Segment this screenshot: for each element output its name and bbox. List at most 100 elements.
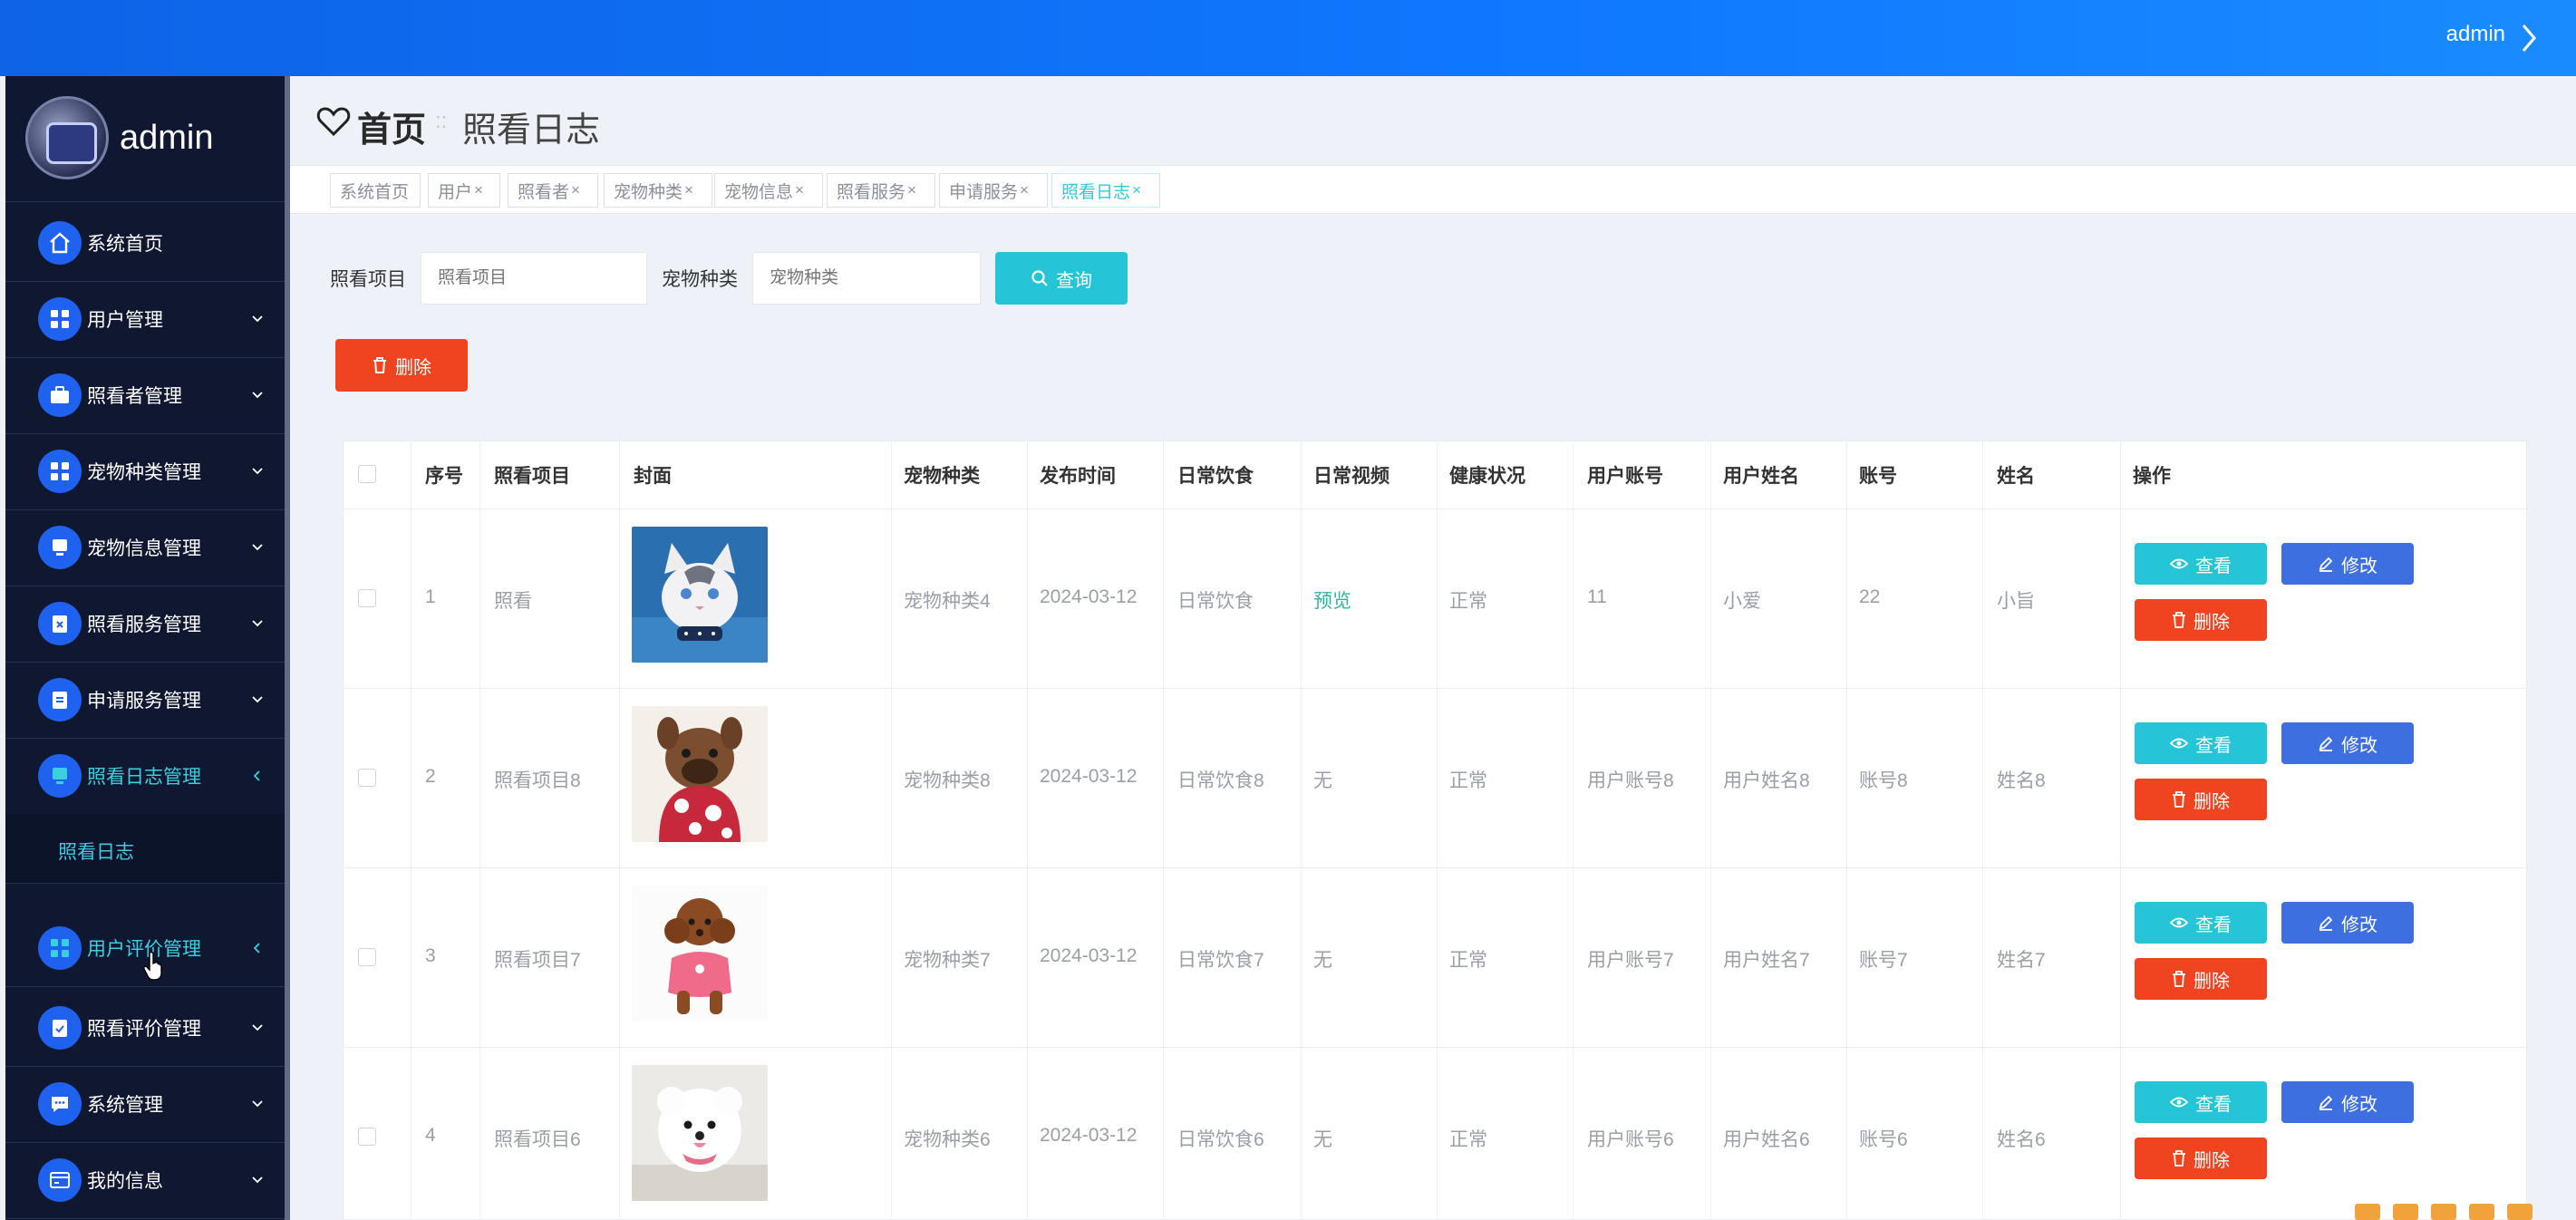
heart-icon (316, 107, 351, 137)
view-button[interactable]: 查看 (2135, 902, 2267, 944)
clipboard-icon (38, 678, 82, 721)
delete-button[interactable]: 删除 (2135, 1138, 2267, 1179)
query-button[interactable]: 查询 (995, 252, 1128, 305)
home-icon (38, 221, 82, 265)
breadcrumb-home[interactable]: 首页 (357, 102, 426, 151)
eye-icon (2170, 1097, 2188, 1108)
view-button[interactable]: 查看 (2135, 722, 2267, 764)
trash-icon (2173, 1150, 2185, 1167)
close-icon[interactable]: × (1132, 181, 1141, 199)
cell-name: 姓名6 (1997, 1129, 2046, 1150)
sidebar-item-care-log-management[interactable]: 照看日志管理 (5, 738, 285, 814)
chevron-down-icon (252, 1176, 263, 1184)
sidebar-item-user-management[interactable]: 用户管理 (5, 281, 285, 357)
view-label: 查看 (2195, 915, 2232, 935)
delete-button[interactable]: 删除 (2135, 779, 2267, 820)
sidebar-item-system-home[interactable]: 系统首页 (5, 205, 285, 281)
batch-delete-button[interactable]: 删除 (335, 339, 468, 392)
cell-video: 无 (1313, 1129, 1332, 1150)
tab-label: 照看日志 (1061, 182, 1131, 202)
edit-icon (2319, 1095, 2333, 1110)
species-search-input[interactable] (752, 252, 981, 305)
avatar (25, 96, 109, 179)
tray-icon[interactable] (2355, 1204, 2380, 1220)
sidebar-item-pet-info-management[interactable]: 宠物信息管理 (5, 509, 285, 586)
trash-icon (373, 357, 386, 373)
cell-video: 无 (1313, 770, 1332, 791)
tray-icon[interactable] (2393, 1204, 2418, 1220)
tab-apply-service[interactable]: 申请服务 × (939, 173, 1048, 208)
sidebar-item-label: 宠物种类管理 (87, 462, 201, 483)
close-icon[interactable]: × (684, 181, 693, 199)
close-icon[interactable]: × (795, 181, 804, 199)
sidebar-subitem-care-log[interactable]: 照看日志 (5, 814, 285, 883)
sidebar-item-pet-species-management[interactable]: 宠物种类管理 (5, 433, 285, 509)
edit-button[interactable]: 修改 (2281, 1081, 2414, 1123)
tray-icon[interactable] (2507, 1204, 2532, 1220)
tab-user[interactable]: 用户 × (428, 173, 500, 208)
video-preview-link[interactable]: 预览 (1313, 586, 1351, 614)
row-divider (344, 688, 2528, 689)
edit-button[interactable]: 修改 (2281, 902, 2414, 944)
cell-user-name: 用户姓名7 (1723, 950, 1810, 971)
view-button[interactable]: 查看 (2135, 543, 2267, 585)
brand: admin (25, 94, 214, 181)
row-checkbox[interactable] (358, 948, 376, 966)
row-checkbox[interactable] (358, 589, 376, 607)
grid-icon (38, 297, 82, 341)
sidebar-item-apply-service-management[interactable]: 申请服务管理 (5, 662, 285, 738)
clipboard-x-icon (38, 602, 82, 645)
select-all-checkbox[interactable] (358, 465, 376, 483)
sidebar-item-system-management[interactable]: 系统管理 (5, 1066, 285, 1142)
eye-icon (2170, 917, 2188, 928)
close-icon[interactable]: × (474, 181, 483, 199)
chevron-down-icon (252, 1024, 263, 1031)
sidebar-item-label: 系统首页 (87, 234, 163, 255)
edit-button[interactable]: 修改 (2281, 722, 2414, 764)
tab-pet-info[interactable]: 宠物信息 × (714, 173, 823, 208)
delete-button[interactable]: 删除 (2135, 958, 2267, 1000)
cover-image-poodle[interactable] (632, 886, 768, 1022)
care-log-table: 序号 照看项目 封面 宠物种类 发布时间 日常饮食 日常视频 健康状况 用户账号… (343, 441, 2528, 1220)
delete-button[interactable]: 删除 (2135, 599, 2267, 641)
edit-button[interactable]: 修改 (2281, 543, 2414, 585)
sidebar-item-care-service-management[interactable]: 照看服务管理 (5, 586, 285, 662)
sidebar-item-label: 照看评价管理 (87, 1019, 201, 1040)
cover-image-french-bulldog[interactable] (632, 706, 768, 842)
sidebar-item-caretaker-management[interactable]: 照看者管理 (5, 357, 285, 433)
tab-care-service[interactable]: 照看服务 × (827, 173, 935, 208)
cell-time: 2024-03-12 (1040, 1125, 1138, 1146)
tab-system-home[interactable]: 系统首页 (330, 173, 421, 208)
cover-image-white-pomeranian[interactable] (632, 1065, 768, 1201)
user-menu-label[interactable]: admin (2446, 22, 2505, 47)
cell-user-account: 用户账号6 (1587, 1129, 1674, 1150)
sidebar-scrollbar[interactable] (285, 76, 290, 1220)
clipboard-check-icon (38, 1006, 82, 1050)
column-divider (479, 441, 480, 1220)
project-search-input[interactable] (421, 252, 647, 305)
edit-icon (2319, 915, 2333, 931)
close-icon[interactable]: × (571, 181, 580, 199)
chevron-left-icon (253, 943, 260, 954)
monitor-icon (38, 526, 82, 569)
cover-image-white-cat[interactable] (632, 527, 768, 663)
sidebar-item-my-info[interactable]: 我的信息 (5, 1142, 285, 1218)
row-checkbox[interactable] (358, 1128, 376, 1146)
trash-icon (2173, 971, 2185, 987)
close-icon[interactable]: × (907, 181, 916, 199)
tray-icon[interactable] (2469, 1204, 2494, 1220)
chevron-right-icon[interactable] (2518, 22, 2540, 54)
view-button[interactable]: 查看 (2135, 1081, 2267, 1123)
tray-icon[interactable] (2431, 1204, 2456, 1220)
cell-user-account: 用户账号7 (1587, 950, 1674, 971)
row-divider (344, 867, 2528, 868)
chevron-down-icon (252, 620, 263, 627)
sidebar-item-care-review-management[interactable]: 照看评价管理 (5, 990, 285, 1066)
tab-caretaker[interactable]: 照看者 × (508, 173, 598, 208)
close-icon[interactable]: × (1020, 181, 1029, 199)
sidebar-item-user-review-management[interactable]: 用户评价管理 (5, 910, 285, 986)
tab-care-log[interactable]: 照看日志 × (1051, 173, 1160, 208)
tab-label: 照看者 (518, 182, 570, 202)
row-checkbox[interactable] (358, 769, 376, 787)
tab-pet-species[interactable]: 宠物种类 × (604, 173, 712, 208)
